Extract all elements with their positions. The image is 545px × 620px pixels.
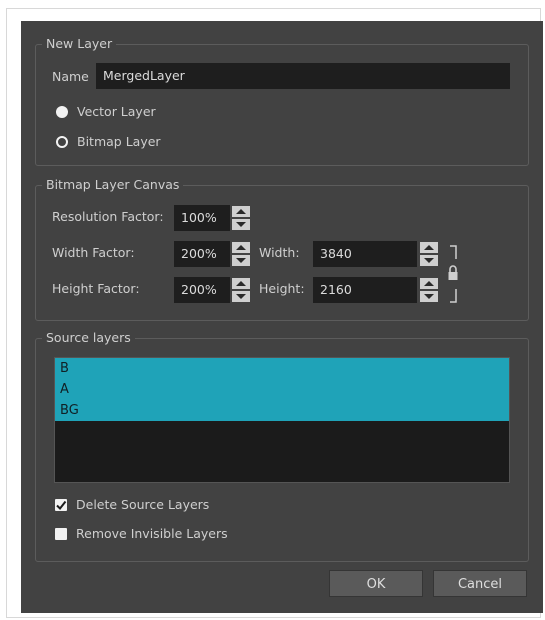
remove-invisible-checkbox[interactable] <box>55 528 67 540</box>
bitmap-canvas-legend: Bitmap Layer Canvas <box>42 177 184 192</box>
checkmark-icon <box>56 500 67 511</box>
spin-down-icon[interactable] <box>420 255 438 266</box>
height-factor-label: Height Factor: <box>52 281 140 296</box>
spin-down-icon[interactable] <box>232 291 250 302</box>
new-layer-group: New Layer Name MergedLayer Vector Layer … <box>35 36 529 166</box>
name-label: Name <box>52 69 89 84</box>
spin-down-icon[interactable] <box>420 291 438 302</box>
spin-up-icon[interactable] <box>232 242 250 253</box>
list-item[interactable]: B <box>55 358 509 379</box>
width-input[interactable]: 3840 <box>313 241 417 267</box>
bitmap-layer-radio[interactable] <box>56 136 68 148</box>
resolution-factor-label: Resolution Factor: <box>52 209 164 224</box>
resolution-factor-input[interactable]: 100% <box>174 205 230 231</box>
delete-source-checkbox[interactable] <box>55 499 67 511</box>
width-factor-label: Width Factor: <box>52 245 135 260</box>
width-factor-input[interactable]: 200% <box>174 241 230 267</box>
bitmap-canvas-group: Bitmap Layer Canvas Resolution Factor: 1… <box>35 177 529 321</box>
spin-down-icon[interactable] <box>232 219 250 230</box>
cancel-button[interactable]: Cancel <box>433 570 527 597</box>
list-item[interactable]: BG <box>55 400 509 421</box>
height-factor-spinner[interactable] <box>232 278 250 302</box>
new-layer-legend: New Layer <box>42 36 117 51</box>
source-layers-group: Source layers B A BG Delete Source Layer… <box>35 330 529 562</box>
vector-layer-label[interactable]: Vector Layer <box>77 104 156 119</box>
bitmap-layer-label[interactable]: Bitmap Layer <box>77 134 161 149</box>
width-spinner[interactable] <box>420 242 438 266</box>
list-item[interactable]: A <box>55 379 509 400</box>
remove-invisible-label[interactable]: Remove Invisible Layers <box>76 526 228 541</box>
spin-up-icon[interactable] <box>420 242 438 253</box>
delete-source-label[interactable]: Delete Source Layers <box>76 497 209 512</box>
merge-layers-dialog: New Layer Name MergedLayer Vector Layer … <box>21 21 543 613</box>
name-input[interactable]: MergedLayer <box>96 63 510 89</box>
height-factor-input[interactable]: 200% <box>174 277 230 303</box>
spin-down-icon[interactable] <box>232 255 250 266</box>
width-label: Width: <box>259 245 300 260</box>
source-layers-list[interactable]: B A BG <box>54 357 510 483</box>
resolution-factor-spinner[interactable] <box>232 206 250 230</box>
source-layers-legend: Source layers <box>42 330 135 345</box>
vector-layer-radio[interactable] <box>56 106 68 118</box>
ok-button[interactable]: OK <box>329 570 423 597</box>
height-spinner[interactable] <box>420 278 438 302</box>
spin-up-icon[interactable] <box>232 278 250 289</box>
aspect-lock-icon[interactable] <box>446 245 460 303</box>
height-label: Height: <box>259 281 305 296</box>
height-input[interactable]: 2160 <box>313 277 417 303</box>
spin-up-icon[interactable] <box>420 278 438 289</box>
spin-up-icon[interactable] <box>232 206 250 217</box>
width-factor-spinner[interactable] <box>232 242 250 266</box>
